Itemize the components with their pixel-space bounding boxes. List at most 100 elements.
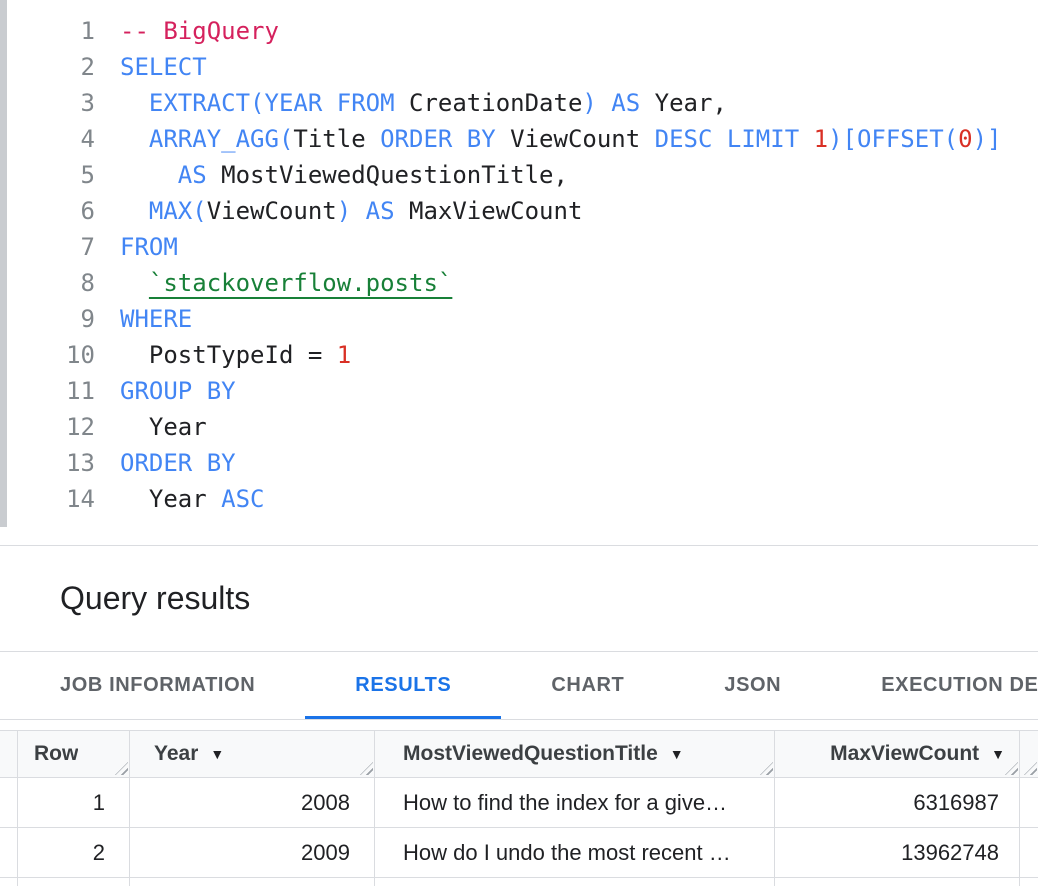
code-line[interactable]: 12 Year	[0, 409, 1038, 445]
table-body: 1 2008 How to find the index for a give… 63…	[0, 778, 1038, 886]
cell-value: 2009	[301, 840, 350, 866]
code-line-content: WHERE	[95, 301, 192, 337]
code-token: GROUP BY	[120, 377, 236, 405]
column-resize-handle[interactable]	[115, 762, 128, 775]
cell-max_view_count: 6316987	[775, 778, 1020, 827]
code-token: Year,	[640, 89, 727, 117]
column-resize-handle[interactable]	[760, 762, 773, 775]
row-gutter	[0, 878, 18, 886]
tab-results[interactable]: RESULTS	[305, 652, 501, 719]
line-number: 9	[0, 301, 95, 337]
cell-empty	[130, 878, 375, 886]
code-line[interactable]: 6 MAX(ViewCount) AS MaxViewCount	[0, 193, 1038, 229]
code-line[interactable]: 9WHERE	[0, 301, 1038, 337]
table-row-partial	[0, 878, 1038, 886]
code-token: SELECT	[120, 53, 207, 81]
code-token: Year	[120, 485, 221, 513]
code-line[interactable]: 7FROM	[0, 229, 1038, 265]
col-header-label: MostViewedQuestionTitle	[403, 742, 658, 766]
cell-value: How to find the index for a give…	[403, 790, 727, 816]
code-token: 1	[337, 341, 351, 369]
code-token: AS	[178, 161, 207, 189]
table-reference-link[interactable]: `stackoverflow.posts`	[149, 269, 452, 297]
cell-value: How do I undo the most recent …	[403, 840, 731, 866]
code-area[interactable]: 1-- BigQuery2SELECT3 EXTRACT(YEAR FROM C…	[0, 13, 1038, 517]
cell-value: 2	[93, 840, 105, 866]
query-results-section: Query results	[0, 546, 1038, 652]
code-token	[799, 125, 813, 153]
sql-editor[interactable]: 1-- BigQuery2SELECT3 EXTRACT(YEAR FROM C…	[0, 0, 1038, 546]
code-token: MAX(	[149, 197, 207, 225]
editor-scrollbar-thumb[interactable]	[0, 0, 7, 527]
column-resize-handle[interactable]	[360, 762, 373, 775]
col-header-label: Year	[154, 742, 198, 766]
cell-empty	[18, 878, 130, 886]
code-token: AS	[366, 197, 395, 225]
code-line[interactable]: 8 `stackoverflow.posts`	[0, 265, 1038, 301]
code-line[interactable]: 11GROUP BY	[0, 373, 1038, 409]
code-token: Year	[120, 413, 207, 441]
tab-job-information[interactable]: JOB INFORMATION	[10, 652, 305, 719]
cell-row: 2	[18, 828, 130, 877]
code-token	[351, 197, 365, 225]
query-results-title: Query results	[0, 546, 1038, 617]
code-token: )[OFFSET(	[828, 125, 958, 153]
tab-chart[interactable]: CHART	[501, 652, 674, 719]
code-line[interactable]: 10 PostTypeId = 1	[0, 337, 1038, 373]
col-header-year: Year ▼	[130, 731, 375, 777]
row-gutter	[0, 828, 18, 877]
code-token: ORDER BY	[380, 125, 496, 153]
col-header-label: Row	[34, 742, 78, 766]
code-token: 0	[958, 125, 972, 153]
column-resize-handle[interactable]	[1024, 762, 1037, 775]
table-row: 22009How do I undo the most recent …1396…	[0, 828, 1038, 878]
column-resize-handle[interactable]	[1005, 762, 1018, 775]
code-line-content: SELECT	[95, 49, 207, 85]
code-token: 1	[814, 125, 828, 153]
code-line-content: Year ASC	[95, 481, 265, 517]
tab-execution-details[interactable]: EXECUTION DETAILS	[831, 652, 1038, 719]
column-dropdown-icon[interactable]: ▼	[210, 746, 224, 762]
row-gutter	[0, 731, 18, 777]
code-token: )]	[973, 125, 1002, 153]
tab-label: JSON	[724, 674, 781, 697]
code-line[interactable]: 5 AS MostViewedQuestionTitle,	[0, 157, 1038, 193]
code-line[interactable]: 14 Year ASC	[0, 481, 1038, 517]
tab-label: RESULTS	[355, 674, 451, 697]
code-token: EXTRACT(YEAR FROM	[149, 89, 395, 117]
line-number: 7	[0, 229, 95, 265]
cell-value: 1	[93, 790, 105, 816]
code-line[interactable]: 4 ARRAY_AGG(Title ORDER BY ViewCount DES…	[0, 121, 1038, 157]
code-token	[120, 197, 149, 225]
code-line[interactable]: 13 ORDER BY	[0, 445, 1038, 481]
code-token: ARRAY_AGG(	[149, 125, 294, 153]
line-number: 4	[0, 121, 95, 157]
col-header-label: MaxViewCount	[830, 742, 979, 766]
code-line-content: `stackoverflow.posts`	[95, 265, 452, 301]
line-number: 10	[0, 337, 95, 373]
code-line-content: MAX(ViewCount) AS MaxViewCount	[95, 193, 582, 229]
table-header-row: Row Year ▼ MostViewedQuestionTitle ▼ MaxViewC…	[0, 730, 1038, 778]
line-number: 13	[0, 445, 95, 481]
cell-value: 2008	[301, 790, 350, 816]
code-token: PostTypeId =	[120, 341, 337, 369]
code-token: )	[582, 89, 596, 117]
col-header-extra	[1020, 731, 1038, 777]
code-token: )	[337, 197, 351, 225]
code-token: ORDER BY	[120, 449, 236, 477]
line-number: 12	[0, 409, 95, 445]
code-token: MostViewedQuestionTitle,	[207, 161, 568, 189]
code-token	[120, 89, 149, 117]
code-line[interactable]: 3 EXTRACT(YEAR FROM CreationDate) AS Yea…	[0, 85, 1038, 121]
tab-label: CHART	[551, 674, 624, 697]
column-dropdown-icon[interactable]: ▼	[670, 746, 684, 762]
cell-extra	[1020, 778, 1038, 827]
code-line-content: GROUP BY	[95, 373, 236, 409]
code-line[interactable]: 1-- BigQuery	[0, 13, 1038, 49]
cell-empty	[375, 878, 775, 886]
tab-json[interactable]: JSON	[674, 652, 831, 719]
cell-row: 1	[18, 778, 130, 827]
code-line[interactable]: 2SELECT	[0, 49, 1038, 85]
column-dropdown-icon[interactable]: ▼	[991, 746, 1005, 762]
row-gutter	[0, 778, 18, 827]
